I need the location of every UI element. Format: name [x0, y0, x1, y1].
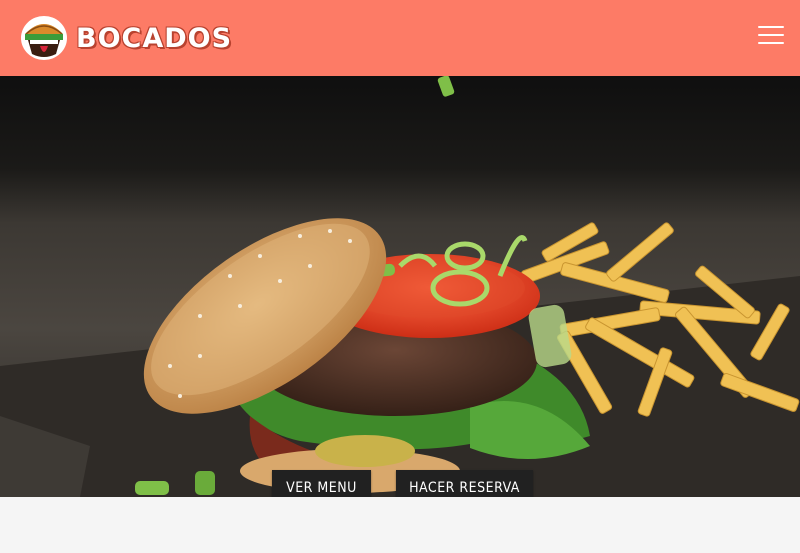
brand-name: BOCADOS: [76, 22, 233, 54]
burger-mascot-icon: [21, 16, 67, 60]
content-area: [0, 497, 800, 553]
burger-and-fries-photo: [0, 76, 800, 497]
hero-image: [0, 76, 800, 497]
brand-logo[interactable]: BOCADOS: [20, 14, 232, 62]
hamburger-menu-icon[interactable]: [758, 26, 784, 50]
top-navbar: BOCADOS: [0, 0, 800, 76]
